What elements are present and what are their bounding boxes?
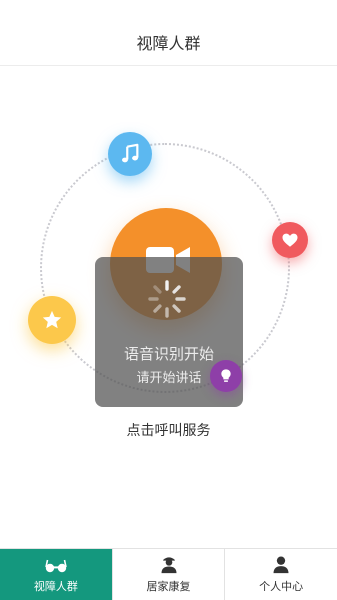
tab-home-rehab[interactable]: 居家康复: [113, 549, 226, 600]
music-button[interactable]: [108, 132, 152, 176]
star-icon: [42, 310, 62, 329]
tab-label: 个人中心: [259, 580, 304, 593]
favorite-button[interactable]: [272, 222, 308, 258]
star-button[interactable]: [28, 296, 76, 344]
heart-icon: [282, 233, 298, 247]
tab-profile[interactable]: 个人中心: [225, 549, 337, 600]
call-service-caption: 点击呼叫服务: [126, 423, 211, 439]
music-note-icon: [122, 143, 139, 163]
user-icon: [273, 556, 289, 574]
caregiver-icon: [161, 557, 176, 574]
tab-visually-impaired[interactable]: 视障人群: [0, 549, 113, 600]
idea-button[interactable]: [210, 360, 242, 392]
page-title: 视障人群: [136, 34, 201, 53]
lightbulb-icon: [221, 369, 231, 382]
glasses-icon: [45, 559, 67, 573]
loading-spinner-icon: [148, 280, 186, 318]
tab-label: 居家康复: [146, 580, 191, 593]
header-bar: 视障人群: [0, 0, 337, 66]
tab-label: 视障人群: [33, 580, 78, 593]
bottom-tab-bar: 视障人群 居家康复 个人中心: [0, 548, 337, 600]
